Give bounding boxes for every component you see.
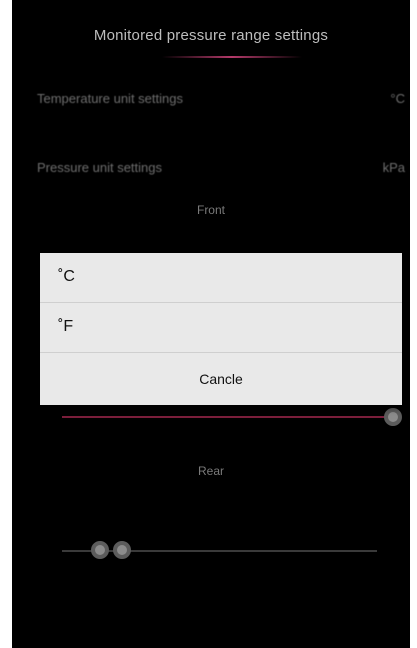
page-title: Monitored pressure range settings: [93, 27, 329, 44]
rear-range-slider-max-handle[interactable]: [113, 541, 131, 559]
celsius-option[interactable]: ˚C: [40, 253, 402, 303]
rear-range-slider-min-handle[interactable]: [91, 541, 109, 559]
temperature-unit-row[interactable]: Temperature unit settings °C: [37, 91, 405, 106]
pressure-unit-row[interactable]: Pressure unit settings kPa: [37, 160, 405, 175]
app-screen: Monitored pressure range settings Temper…: [12, 0, 410, 648]
fahrenheit-option[interactable]: ˚F: [40, 303, 402, 353]
temperature-unit-dialog: ˚C ˚F Cancle: [40, 253, 402, 405]
rear-range-slider-track[interactable]: [62, 550, 377, 552]
front-section-label: Front: [196, 203, 225, 217]
pressure-unit-value: kPa: [382, 160, 405, 175]
front-range-slider-handle[interactable]: [384, 408, 402, 426]
title-underline: [162, 56, 302, 58]
celsius-option-label: ˚C: [58, 268, 75, 285]
cancel-button[interactable]: Cancle: [40, 353, 402, 405]
temperature-unit-label: Temperature unit settings: [37, 91, 183, 106]
pressure-unit-label: Pressure unit settings: [37, 160, 163, 175]
rear-section-label: Rear: [197, 464, 224, 478]
temperature-unit-value: °C: [390, 91, 405, 106]
fahrenheit-option-label: ˚F: [58, 318, 74, 335]
front-range-slider-track[interactable]: [62, 416, 392, 418]
